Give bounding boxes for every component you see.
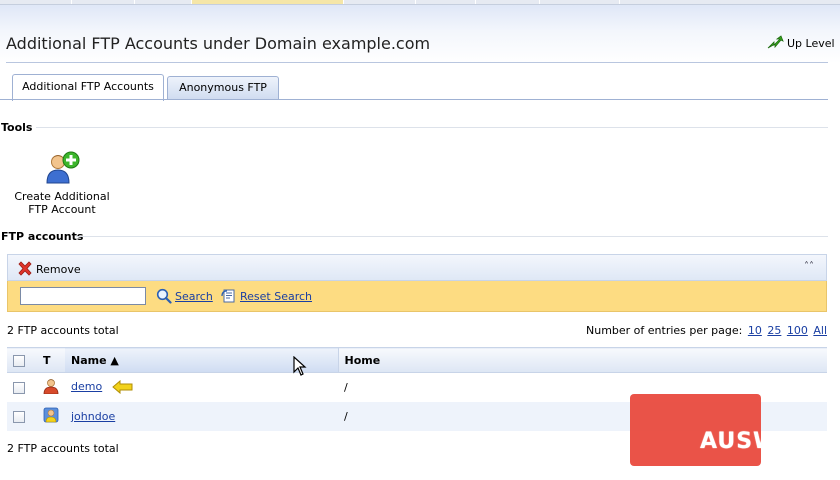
search-button[interactable]: Search — [156, 288, 213, 304]
up-level-label: Up Level — [787, 36, 835, 50]
top-nav-segment[interactable] — [0, 0, 72, 4]
accounts-total-top: 2 FTP accounts total — [7, 324, 119, 337]
ftp-user-icon — [43, 378, 59, 395]
select-all-header — [7, 347, 37, 373]
top-nav-segment[interactable] — [476, 0, 540, 4]
select-all-checkbox[interactable] — [13, 354, 25, 367]
row-name-cell: johndoe — [65, 401, 338, 431]
search-bar: Search Reset Search — [7, 281, 827, 312]
tab-anonymous-ftp[interactable]: Anonymous FTP — [167, 76, 279, 100]
search-label: Search — [175, 289, 213, 303]
row-checkbox[interactable] — [13, 410, 25, 423]
tools-divider — [36, 127, 828, 128]
up-level-icon — [767, 35, 784, 49]
type-column-header[interactable]: T — [37, 347, 65, 373]
row-checkbox-cell — [7, 373, 37, 402]
top-nav-segment[interactable] — [416, 0, 476, 4]
entries-per-page-label: Number of entries per page: — [586, 324, 743, 337]
remove-label: Remove — [36, 262, 81, 276]
reset-search-label: Reset Search — [240, 289, 313, 303]
top-nav-segment-active[interactable] — [192, 0, 344, 4]
per-page-10-link[interactable]: 10 — [748, 324, 762, 337]
list-toolbar: Remove ˄˄ — [7, 254, 827, 281]
title-divider — [6, 62, 828, 63]
reset-search-button[interactable]: Reset Search — [221, 288, 312, 304]
remove-button[interactable]: Remove — [17, 261, 81, 277]
entries-per-page: Number of entries per page: 10 25 100 Al… — [586, 324, 827, 337]
remove-icon — [18, 261, 32, 276]
accounts-total-bottom: 2 FTP accounts total — [7, 442, 119, 455]
magnifier-icon — [156, 288, 172, 304]
page-title: Additional FTP Accounts under Domain exa… — [6, 34, 431, 53]
home-column-header[interactable]: Home — [338, 347, 827, 373]
top-nav-segment[interactable] — [540, 0, 620, 4]
create-ftp-account-label: Create Additional FTP Account — [14, 190, 110, 216]
reset-search-icon — [221, 289, 235, 303]
create-ftp-account-button[interactable]: Create Additional FTP Account — [6, 150, 118, 216]
top-nav-segment[interactable] — [344, 0, 416, 4]
collapse-toolbar-icon[interactable]: ˄˄ — [804, 261, 814, 272]
add-user-icon — [46, 151, 80, 184]
up-level-button[interactable]: Up Level — [766, 35, 835, 51]
ftp-user-icon — [43, 407, 59, 422]
search-input[interactable] — [20, 287, 146, 305]
watermark-logo-text: AUSWEB — [700, 429, 813, 454]
tools-section-title: Tools — [1, 121, 33, 134]
row-checkbox[interactable] — [13, 381, 25, 394]
ftp-account-link[interactable]: johndoe — [71, 410, 115, 423]
table-header-row: T Name ▲ Home — [7, 347, 827, 373]
per-page-25-link[interactable]: 25 — [767, 324, 781, 337]
top-nav-segment[interactable] — [135, 0, 192, 4]
ftp-account-link[interactable]: demo — [71, 380, 102, 393]
tab-divider — [0, 99, 828, 100]
ftp-accounts-section-title: FTP accounts — [1, 230, 84, 243]
sort-ascending-icon: ▲ — [110, 353, 119, 367]
row-type-cell — [37, 373, 65, 402]
ftp-accounts-divider — [76, 236, 828, 237]
mouse-pointer-icon — [293, 356, 307, 376]
name-column-label: Name — [71, 353, 107, 367]
top-nav-segment[interactable] — [72, 0, 135, 4]
per-page-100-link[interactable]: 100 — [787, 324, 808, 337]
arrow-left-icon — [111, 380, 133, 395]
tab-additional-ftp-accounts[interactable]: Additional FTP Accounts — [12, 74, 164, 101]
row-checkbox-cell — [7, 401, 37, 431]
row-type-cell — [37, 401, 65, 431]
per-page-all-link[interactable]: All — [813, 324, 827, 337]
